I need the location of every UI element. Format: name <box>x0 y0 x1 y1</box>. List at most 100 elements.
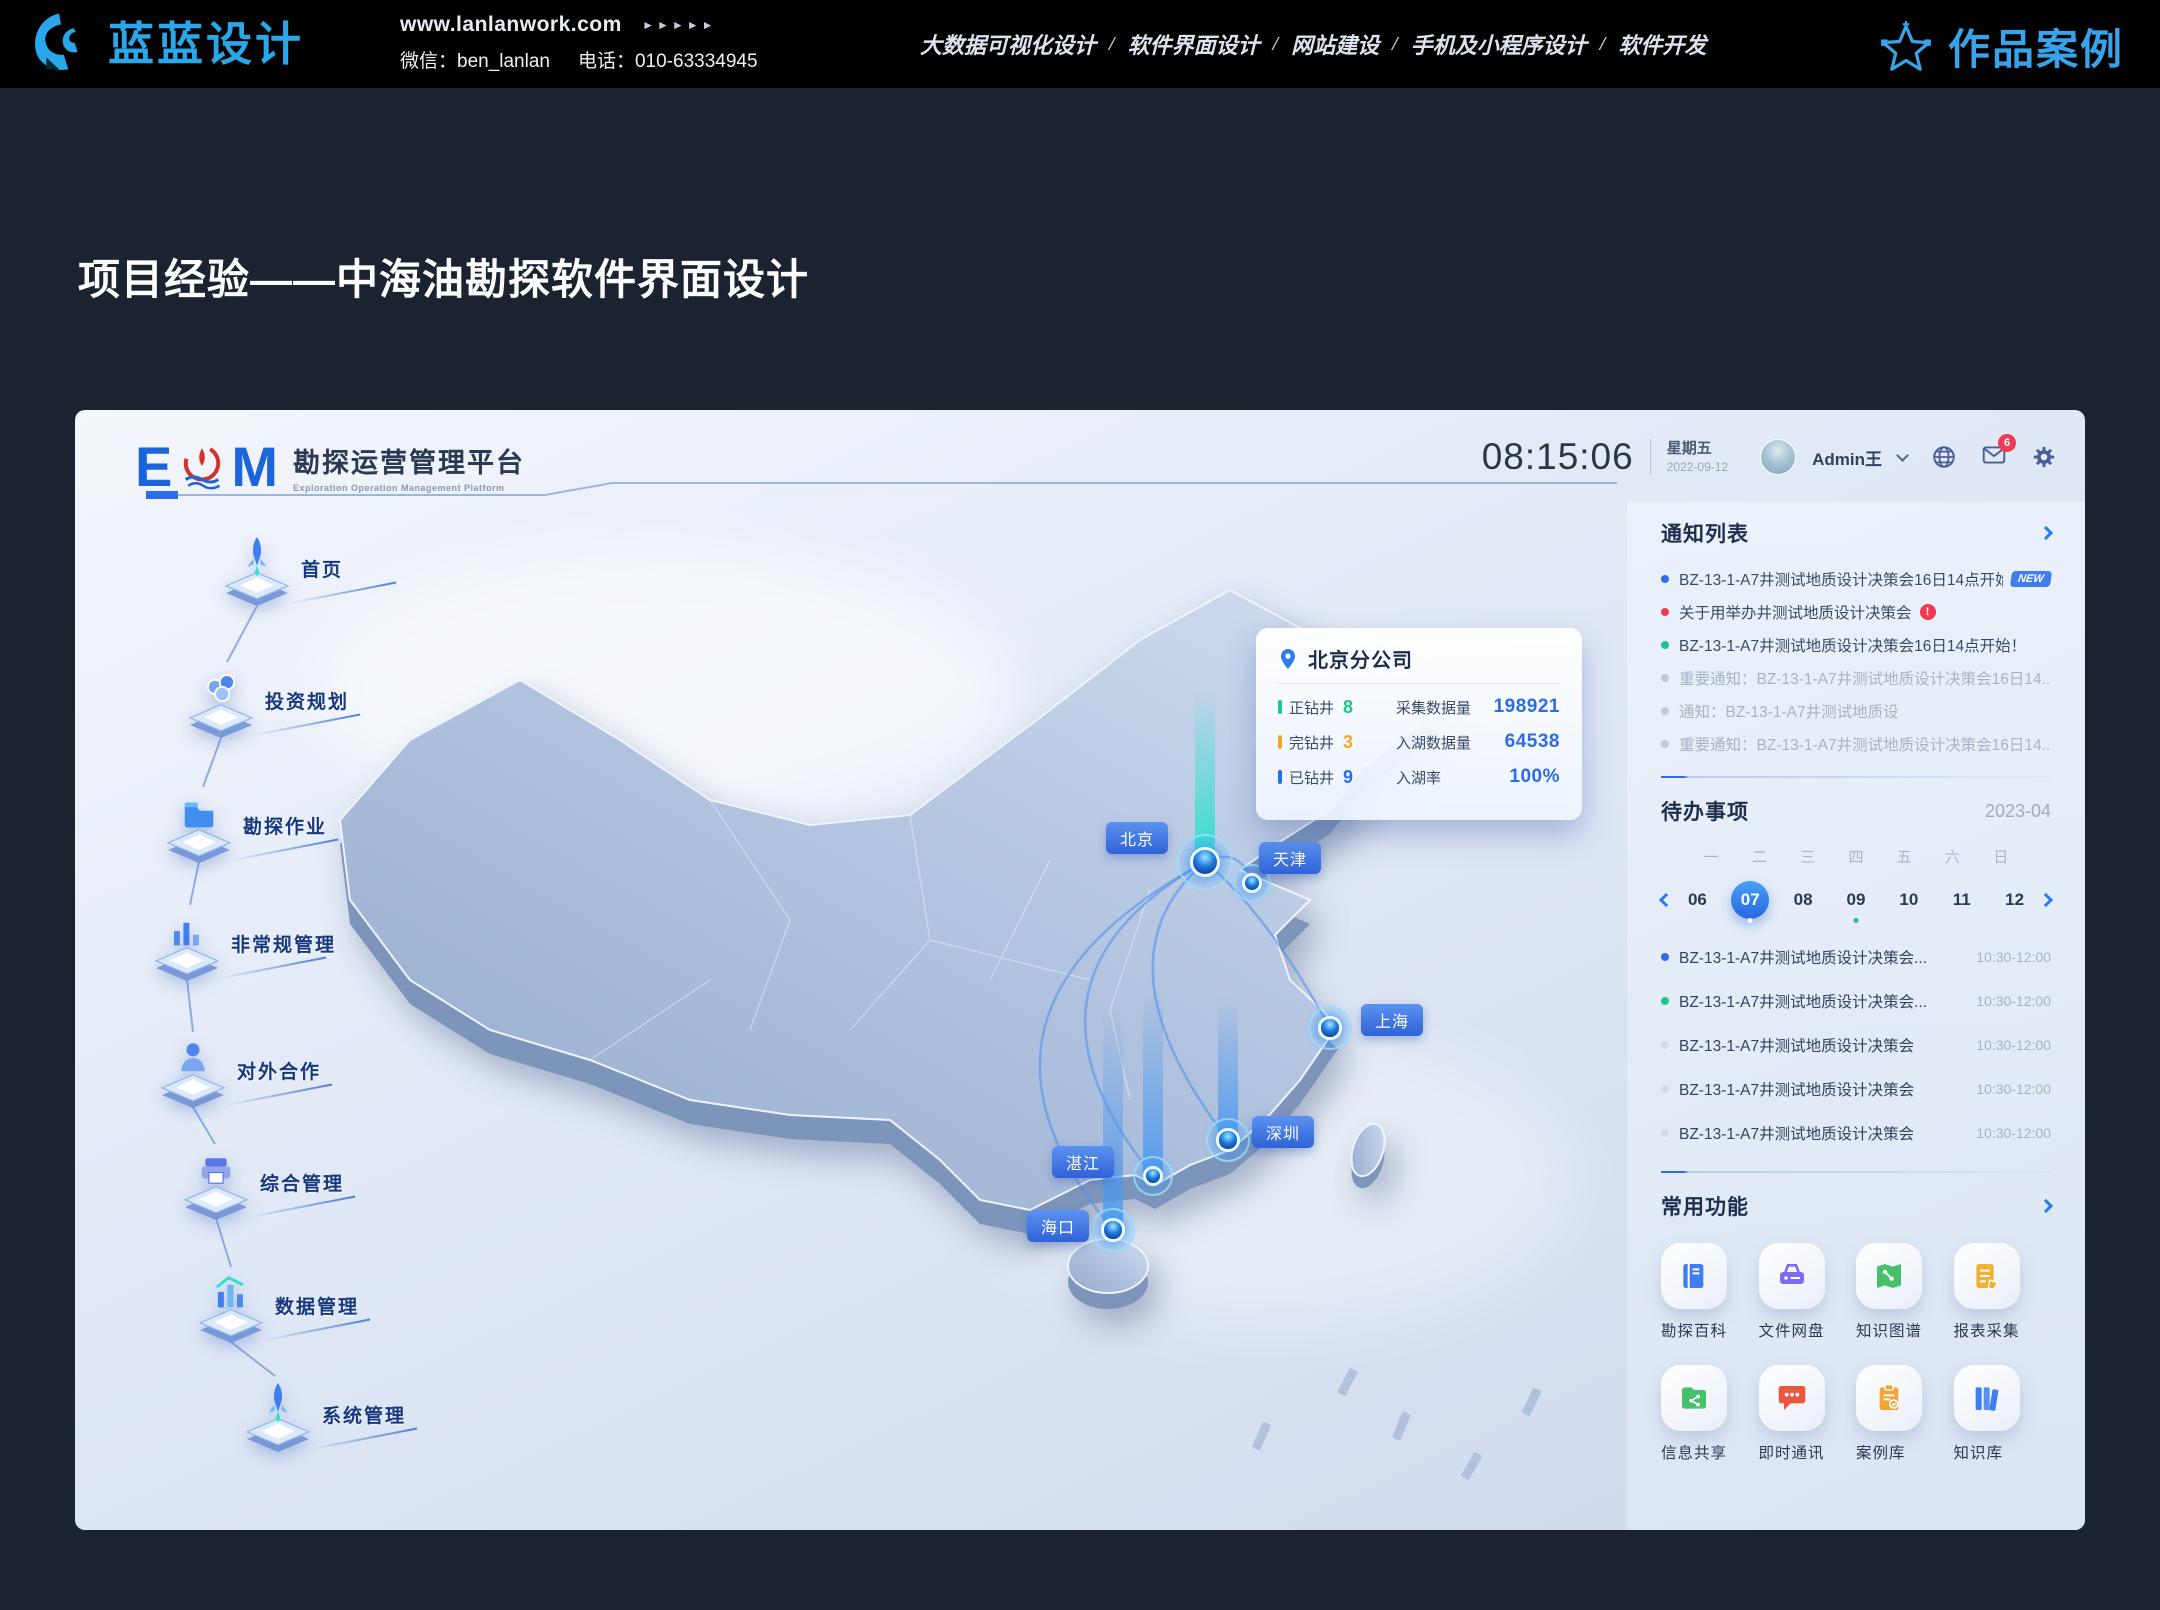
shanghai-marker[interactable] <box>1308 1006 1352 1050</box>
todo-item[interactable]: BZ-13-1-A7井测试地质设计决策会... 10:30-12:00 <box>1661 979 2051 1023</box>
lanlan-logo-icon <box>28 8 94 74</box>
shard-decoration <box>1392 1411 1411 1440</box>
city-label-haikou[interactable]: 海口 <box>1027 1210 1089 1242</box>
right-panel: 通知列表 BZ-13-1-A7井测试地质设计决策会16日14点开始 NEW 关于… <box>1627 502 2085 1530</box>
chat-icon <box>1759 1365 1825 1431</box>
city-label-zhanjiang[interactable]: 湛江 <box>1052 1146 1114 1178</box>
todo-item[interactable]: BZ-13-1-A7井测试地质设计决策会... 10:30-12:00 <box>1661 935 2051 979</box>
notification-item[interactable]: 重要通知：BZ-13-1-A7井测试地质设计决策会16日14... <box>1661 661 2051 694</box>
nav-item-software-ui[interactable]: 软件界面设计 <box>1128 28 1260 60</box>
todo-month: 2023-04 <box>1985 801 2051 822</box>
functions-grid: 勘探百科 文件网盘 知识图谱 <box>1661 1243 2051 1463</box>
function-info-share[interactable]: 信息共享 <box>1661 1365 1759 1463</box>
function-case-library[interactable]: 案例库 <box>1856 1365 1954 1463</box>
beijing-marker[interactable] <box>1177 834 1233 890</box>
report-icon <box>1954 1243 2020 1309</box>
nav-separator: / <box>1600 33 1606 56</box>
calendar-next-icon[interactable] <box>2039 893 2053 907</box>
sidebar-item-data[interactable]: 数据管理 <box>193 1267 359 1343</box>
stat-completed: 完钻井 3 <box>1278 732 1396 753</box>
coins-platform-icon <box>183 662 259 738</box>
notification-list: BZ-13-1-A7井测试地质设计决策会16日14点开始 NEW 关于用举办井测… <box>1661 562 2051 760</box>
calendar-day[interactable]: 10 <box>1882 881 1935 919</box>
calendar-day[interactable]: 09 <box>1830 881 1883 919</box>
date-block: 星期五 2022-09-12 <box>1667 440 1728 474</box>
notification-item[interactable]: 关于用举办井测试地质设计决策会 ! <box>1661 595 2051 628</box>
chevron-down-icon[interactable] <box>1896 449 1909 462</box>
bar-chart-platform-icon <box>149 905 225 981</box>
mail-button[interactable]: 6 <box>1981 442 2007 473</box>
wechat-label: 微信：ben_lanlan <box>400 46 550 73</box>
notification-dot <box>1661 608 1669 616</box>
sidebar-item-cooperation[interactable]: 对外合作 <box>155 1032 321 1108</box>
site-contact: www.lanlanwork.com ►►►►► 微信：ben_lanlan 电… <box>400 13 758 73</box>
notification-item[interactable]: 重要通知：BZ-13-1-A7井测试地质设计决策会16日14... <box>1661 727 2051 760</box>
books-icon <box>1954 1365 2020 1431</box>
calendar-day[interactable]: 06 <box>1671 881 1724 919</box>
metric-rate: 入湖率 100% <box>1396 766 1560 788</box>
user-name[interactable]: Admin王 <box>1812 445 1882 470</box>
globe-icon[interactable] <box>1931 444 1957 470</box>
calendar-day-selected[interactable]: 07 <box>1724 881 1777 919</box>
notification-item[interactable]: 通知：BZ-13-1-A7井测试地质设 <box>1661 694 2051 727</box>
person-platform-icon <box>155 1032 231 1108</box>
site-logo[interactable]: 蓝蓝设计 <box>28 8 304 74</box>
function-file-drive[interactable]: 文件网盘 <box>1759 1243 1857 1341</box>
site-nav: 大数据可视化设计 / 软件界面设计 / 网站建设 / 手机及小程序设计 / 软件… <box>920 28 1706 60</box>
function-knowledge-graph[interactable]: 知识图谱 <box>1856 1243 1954 1341</box>
site-logo-text: 蓝蓝设计 <box>108 8 304 74</box>
portfolio-link[interactable]: 作品案例 <box>1880 16 2124 77</box>
nav-item-mobile[interactable]: 手机及小程序设计 <box>1411 28 1587 60</box>
ecm-letter-e: E <box>135 434 173 499</box>
sidebar-item-system[interactable]: 系统管理 <box>240 1376 406 1452</box>
city-label-shenzhen[interactable]: 深圳 <box>1252 1116 1314 1148</box>
book-icon <box>1661 1243 1727 1309</box>
nav-item-dev[interactable]: 软件开发 <box>1618 28 1706 60</box>
notification-dot <box>1661 674 1669 682</box>
notification-item[interactable]: BZ-13-1-A7井测试地质设计决策会16日14点开始 NEW <box>1661 562 2051 595</box>
sidebar-item-home[interactable]: 首页 <box>219 530 343 606</box>
page: 蓝蓝设计 www.lanlanwork.com ►►►►► 微信：ben_lan… <box>0 0 2160 1610</box>
calendar-weekdays: 一 二 三 四 五 六 日 <box>1687 846 2025 867</box>
haikou-marker[interactable] <box>1091 1208 1135 1252</box>
clock-weekday: 星期五 <box>1667 440 1728 458</box>
shenzhen-marker[interactable] <box>1206 1118 1250 1162</box>
sidebar-item-exploration[interactable]: 勘探作业 <box>161 787 327 863</box>
function-report-collect[interactable]: 报表采集 <box>1954 1243 2052 1341</box>
mail-badge: 6 <box>1998 434 2016 452</box>
printer-platform-icon <box>178 1144 254 1220</box>
tooltip-title: 北京分公司 <box>1308 644 1413 673</box>
todo-item[interactable]: BZ-13-1-A7井测试地质设计决策会 10:30-12:00 <box>1661 1067 2051 1111</box>
city-label-shanghai[interactable]: 上海 <box>1361 1004 1423 1036</box>
metric-lake: 入湖数据量 64538 <box>1396 731 1560 753</box>
sidebar-item-investment[interactable]: 投资规划 <box>183 662 349 738</box>
sidebar-item-comprehensive[interactable]: 综合管理 <box>178 1144 344 1220</box>
map-pin-icon <box>1278 647 1298 671</box>
section-divider <box>1661 1171 2051 1173</box>
user-avatar[interactable] <box>1760 439 1796 475</box>
notification-dot <box>1661 707 1669 715</box>
function-knowledge-base[interactable]: 知识库 <box>1954 1365 2052 1463</box>
calendar-day[interactable]: 12 <box>1988 881 2041 919</box>
dashboard-screenshot: E M 勘探运营管理平台 Exploration Operation Manag… <box>75 410 2085 1530</box>
city-label-tianjin[interactable]: 天津 <box>1259 842 1321 874</box>
sidebar-item-unconventional[interactable]: 非常规管理 <box>149 905 336 981</box>
page-title: 项目经验——中海油勘探软件界面设计 <box>78 246 809 307</box>
functions-title: 常用功能 <box>1661 1191 1749 1221</box>
todo-title: 待办事项 <box>1661 796 1749 826</box>
nav-item-bigdata[interactable]: 大数据可视化设计 <box>920 28 1096 60</box>
todo-item[interactable]: BZ-13-1-A7井测试地质设计决策会 10:30-12:00 <box>1661 1111 2051 1155</box>
calendar-day[interactable]: 08 <box>1777 881 1830 919</box>
function-instant-messaging[interactable]: 即时通讯 <box>1759 1365 1857 1463</box>
calendar-day[interactable]: 11 <box>1935 881 1988 919</box>
notification-item[interactable]: BZ-13-1-A7井测试地质设计决策会16日14点开始！ <box>1661 628 2051 661</box>
todo-item[interactable]: BZ-13-1-A7井测试地质设计决策会 10:30-12:00 <box>1661 1023 2051 1067</box>
gear-icon[interactable] <box>2031 444 2057 470</box>
function-encyclopedia[interactable]: 勘探百科 <box>1661 1243 1759 1341</box>
functions-more-icon[interactable] <box>2039 1199 2053 1213</box>
nav-item-website[interactable]: 网站建设 <box>1291 28 1379 60</box>
notifications-more-icon[interactable] <box>2039 526 2053 540</box>
zhanjiang-marker[interactable] <box>1133 1156 1173 1196</box>
site-url[interactable]: www.lanlanwork.com <box>400 13 622 36</box>
city-label-beijing[interactable]: 北京 <box>1106 822 1168 854</box>
